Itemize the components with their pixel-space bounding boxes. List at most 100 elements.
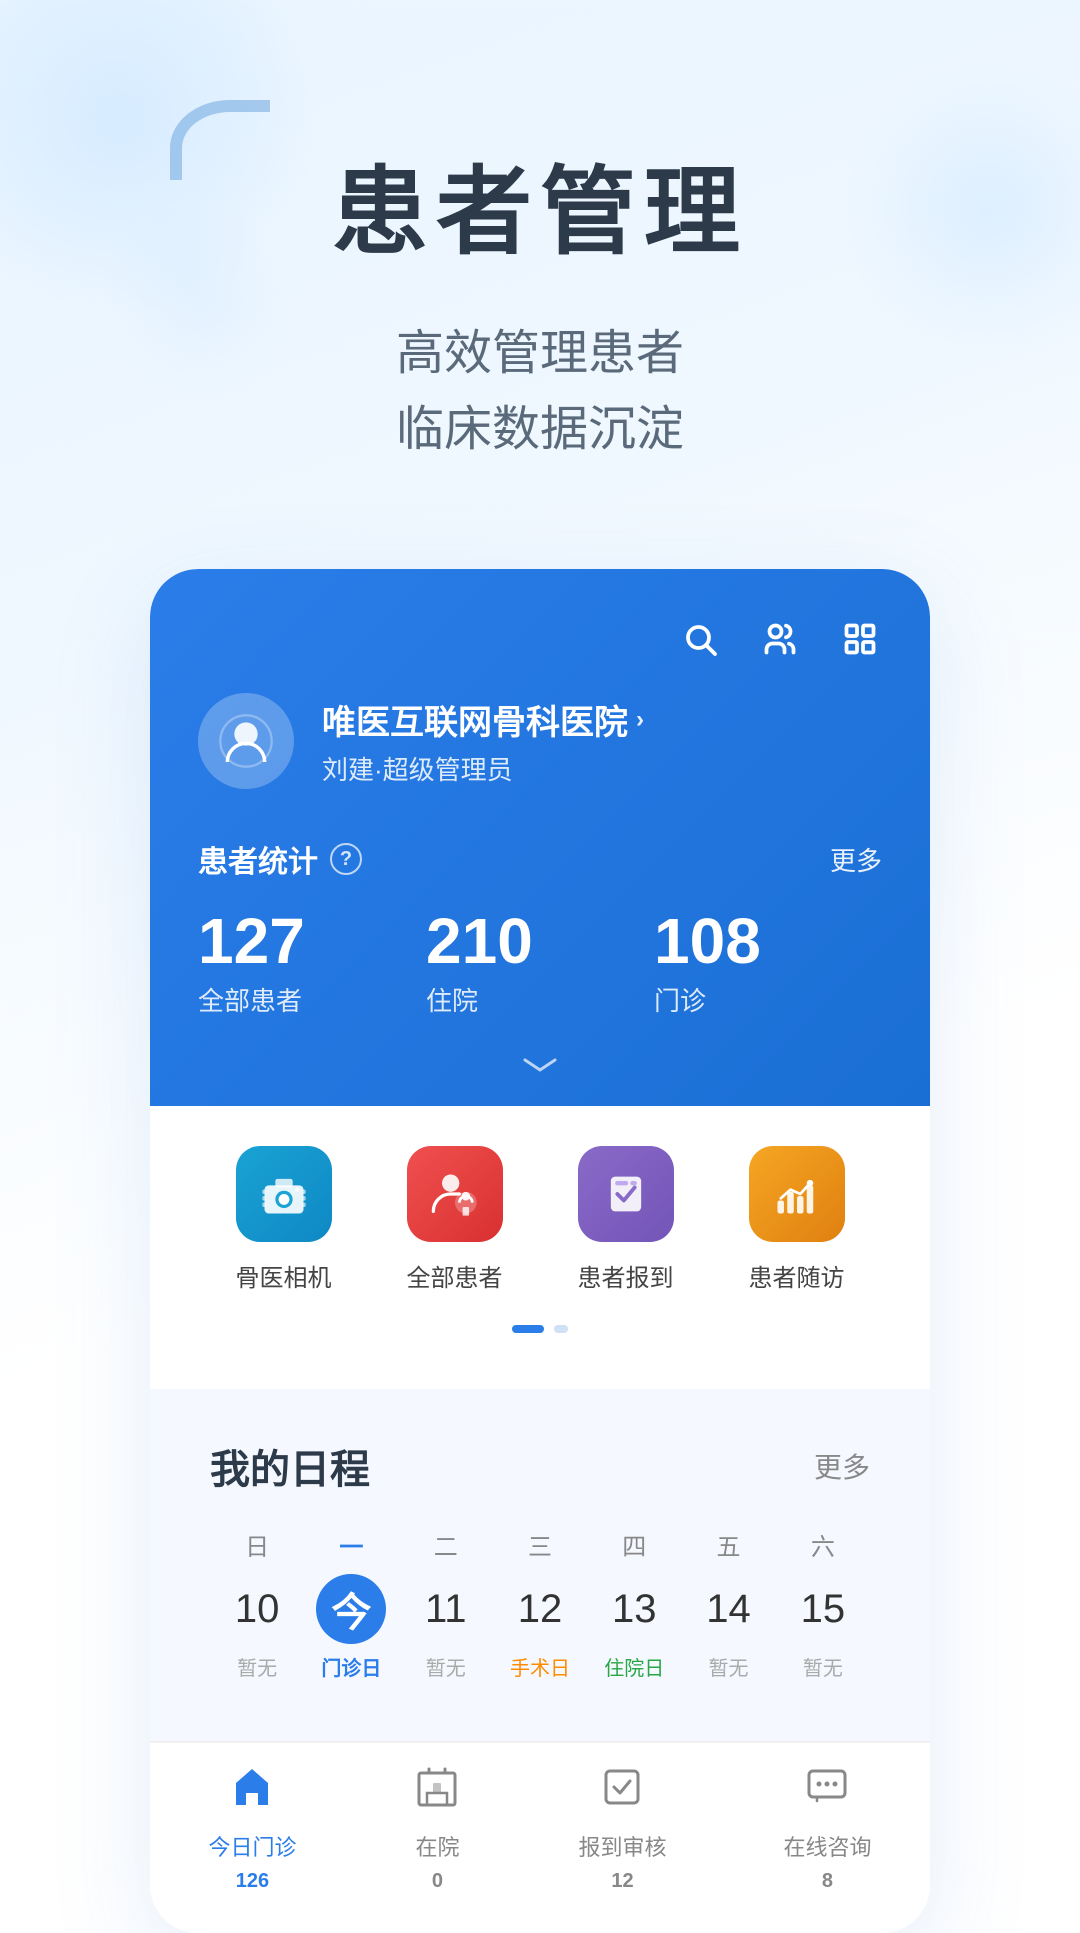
- stat-label-all: 全部患者: [198, 981, 426, 1018]
- day-note-thu: 住院日: [604, 1652, 664, 1681]
- calendar-day-mon[interactable]: 一 今 门诊日: [304, 1527, 398, 1681]
- nav-inpatient[interactable]: 在院 0: [413, 1763, 461, 1893]
- schedule-more-button[interactable]: 更多: [814, 1446, 870, 1486]
- nav-hospital-icon: [413, 1763, 461, 1822]
- avatar[interactable]: [198, 693, 294, 789]
- day-name-fri: 五: [717, 1527, 741, 1562]
- day-number-sun: 10: [222, 1574, 292, 1644]
- nav-consult[interactable]: 在线咨询 8: [783, 1763, 871, 1893]
- stat-number-all: 127: [198, 909, 426, 973]
- day-name-sun: 日: [245, 1527, 269, 1562]
- contacts-icon[interactable]: [758, 617, 802, 661]
- action-label-followup: 患者随访: [749, 1258, 845, 1293]
- action-label-checkin: 患者报到: [578, 1258, 674, 1293]
- dot-1: [512, 1325, 544, 1333]
- chevron-right-icon: ›: [636, 706, 644, 734]
- chevron-down-icon[interactable]: [198, 1050, 882, 1106]
- checkin-icon-bg: [578, 1146, 674, 1242]
- stats-row: 127 全部患者 210 住院 108 门诊: [198, 909, 882, 1018]
- stat-number-outpatient: 108: [654, 909, 882, 973]
- day-name-wed: 三: [528, 1527, 552, 1562]
- calendar-day-wed[interactable]: 三 12 手术日: [493, 1527, 587, 1681]
- nav-count-consult: 8: [822, 1870, 833, 1893]
- app-body: 骨医相机 全部患者: [150, 1106, 930, 1389]
- calendar-row: 日 10 暂无 一 今 门诊日 二 11 暂无 三 12 手术日 四 1: [210, 1527, 870, 1681]
- schedule-header: 我的日程 更多: [210, 1389, 870, 1527]
- all-patients-icon-bg: [407, 1146, 503, 1242]
- quick-actions: 骨医相机 全部患者: [198, 1146, 882, 1293]
- day-note-tue: 暂无: [426, 1652, 466, 1681]
- calendar-day-fri[interactable]: 五 14 暂无: [681, 1527, 775, 1681]
- day-note-fri: 暂无: [709, 1652, 749, 1681]
- nav-home-icon: [228, 1763, 276, 1822]
- nav-count-outpatient: 126: [236, 1870, 269, 1893]
- day-number-mon-today: 今: [316, 1574, 386, 1644]
- header-icons-row: [198, 617, 882, 661]
- hero-subtitle-line2: 临床数据沉淀: [0, 392, 1080, 469]
- action-label-all-patients: 全部患者: [407, 1258, 503, 1293]
- stat-inpatient[interactable]: 210 住院: [426, 909, 654, 1018]
- camera-icon-bg: [236, 1146, 332, 1242]
- dot-2: [554, 1325, 568, 1333]
- day-name-sat: 六: [811, 1527, 835, 1562]
- profile-row: 唯医互联网骨科医院 › 刘建·超级管理员: [198, 693, 882, 789]
- stat-all-patients[interactable]: 127 全部患者: [198, 909, 426, 1018]
- action-checkin[interactable]: 患者报到: [578, 1146, 674, 1293]
- nav-label-outpatient: 今日门诊: [208, 1830, 296, 1862]
- stats-more-button[interactable]: 更多: [830, 841, 882, 878]
- hero-decoration: [170, 100, 270, 180]
- day-number-thu: 13: [599, 1574, 669, 1644]
- day-note-sun: 暂无: [237, 1652, 277, 1681]
- search-icon[interactable]: [678, 617, 722, 661]
- nav-review[interactable]: 报到审核 12: [578, 1763, 666, 1893]
- pagination-dots: [198, 1325, 882, 1333]
- day-number-wed: 12: [505, 1574, 575, 1644]
- app-header: 唯医互联网骨科医院 › 刘建·超级管理员 患者统计 ? 更多 127 全部患者: [150, 569, 930, 1106]
- nav-consult-icon: [803, 1763, 851, 1822]
- nav-review-icon: [598, 1763, 646, 1822]
- day-name-thu: 四: [622, 1527, 646, 1562]
- action-label-camera: 骨医相机: [236, 1258, 332, 1293]
- nav-outpatient-today[interactable]: 今日门诊 126: [208, 1763, 296, 1893]
- stats-title: 患者统计 ?: [198, 837, 362, 881]
- calendar-day-tue[interactable]: 二 11 暂无: [399, 1527, 493, 1681]
- stats-header: 患者统计 ? 更多: [198, 837, 882, 881]
- stat-number-inpatient: 210: [426, 909, 654, 973]
- stats-section: 患者统计 ? 更多 127 全部患者 210 住院 108 门诊: [198, 837, 882, 1106]
- grid-icon[interactable]: [838, 617, 882, 661]
- stat-label-outpatient: 门诊: [654, 981, 882, 1018]
- action-followup[interactable]: 患者随访: [749, 1146, 845, 1293]
- day-name-tue: 二: [434, 1527, 458, 1562]
- day-number-sat: 15: [788, 1574, 858, 1644]
- nav-label-inpatient: 在院: [415, 1830, 459, 1862]
- bottom-nav: 今日门诊 126 在院 0 报到审核: [150, 1741, 930, 1933]
- day-number-tue: 11: [411, 1574, 481, 1644]
- hero-section: 患者管理 高效管理患者 临床数据沉淀: [0, 0, 1080, 469]
- schedule-title: 我的日程: [210, 1437, 370, 1495]
- day-note-sat: 暂无: [803, 1652, 843, 1681]
- hero-subtitle-line1: 高效管理患者: [0, 316, 1080, 393]
- stat-label-inpatient: 住院: [426, 981, 654, 1018]
- action-all-patients[interactable]: 全部患者: [407, 1146, 503, 1293]
- nav-label-review: 报到审核: [578, 1830, 666, 1862]
- nav-count-review: 12: [611, 1870, 633, 1893]
- phone-card: 唯医互联网骨科医院 › 刘建·超级管理员 患者统计 ? 更多 127 全部患者: [150, 569, 930, 1933]
- calendar-day-sat[interactable]: 六 15 暂无: [776, 1527, 870, 1681]
- calendar-day-thu[interactable]: 四 13 住院日: [587, 1527, 681, 1681]
- day-name-mon: 一: [339, 1527, 363, 1562]
- day-number-fri: 14: [694, 1574, 764, 1644]
- day-note-wed: 手术日: [510, 1652, 570, 1681]
- hero-subtitle: 高效管理患者 临床数据沉淀: [0, 316, 1080, 470]
- profile-info: 唯医互联网骨科医院 › 刘建·超级管理员: [322, 695, 644, 787]
- schedule-section: 我的日程 更多 日 10 暂无 一 今 门诊日 二 11 暂无 三 12: [150, 1389, 930, 1741]
- help-icon[interactable]: ?: [330, 843, 362, 875]
- hospital-name[interactable]: 唯医互联网骨科医院 ›: [322, 695, 644, 744]
- calendar-day-sun[interactable]: 日 10 暂无: [210, 1527, 304, 1681]
- nav-count-inpatient: 0: [432, 1870, 443, 1893]
- hero-title: 患者管理: [0, 160, 1080, 266]
- stat-outpatient[interactable]: 108 门诊: [654, 909, 882, 1018]
- followup-icon-bg: [749, 1146, 845, 1242]
- action-camera[interactable]: 骨医相机: [236, 1146, 332, 1293]
- user-role: 刘建·超级管理员: [322, 750, 644, 787]
- day-note-mon: 门诊日: [321, 1652, 381, 1681]
